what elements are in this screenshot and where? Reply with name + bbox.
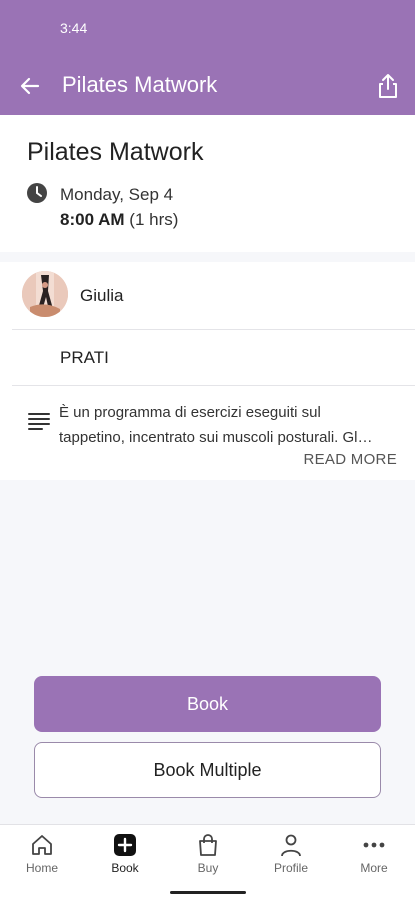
home-indicator: [170, 891, 246, 894]
share-icon[interactable]: [375, 72, 401, 100]
bottom-nav: Home Book Buy Profile More: [0, 824, 415, 900]
divider: [12, 385, 415, 386]
home-icon: [32, 835, 52, 855]
description-line-1: È un programma di esercizi eseguiti sul: [59, 404, 321, 421]
more-dots-icon: [363, 842, 385, 848]
nav-profile-label: Profile: [273, 861, 308, 875]
nav-home-label: Home: [25, 861, 58, 875]
nav-book-label: Book: [111, 861, 139, 875]
nav-buy-label: Buy: [197, 861, 219, 875]
class-description: È un programma di esercizi eseguiti sul …: [59, 400, 399, 450]
person-icon: [281, 834, 301, 857]
app-bar: Pilates Matwork: [0, 56, 415, 115]
class-duration: (1 hrs): [129, 210, 179, 229]
app-bar-title: Pilates Matwork: [62, 72, 218, 97]
nav-profile[interactable]: Profile: [261, 833, 321, 879]
divider: [12, 329, 415, 330]
book-multiple-button[interactable]: Book Multiple: [34, 742, 381, 798]
status-time: 3:44: [60, 20, 88, 36]
clock-icon: [26, 182, 48, 204]
book-button[interactable]: Book: [34, 676, 381, 732]
nav-home[interactable]: Home: [12, 833, 72, 879]
description-line-2: tappetino, incentrato sui muscoli postur…: [59, 429, 373, 446]
nav-buy[interactable]: Buy: [178, 833, 238, 879]
instructor-name: Giulia: [80, 286, 124, 305]
class-time: 8:00 AM: [60, 210, 125, 229]
class-time-row: 8:00 AM (1 hrs): [60, 210, 178, 230]
class-details-card: Giulia PRATI È un programma di esercizi …: [0, 262, 415, 480]
plus-square-icon: [114, 834, 136, 856]
description-lines-icon: [28, 412, 50, 432]
class-title: Pilates Matwork: [27, 138, 204, 166]
class-header-card: Pilates Matwork Monday, Sep 4 8:00 AM (1…: [0, 115, 415, 252]
nav-book[interactable]: Book: [95, 833, 155, 879]
instructor-avatar[interactable]: [22, 271, 68, 317]
status-bar: 3:44: [0, 0, 415, 56]
nav-more-label: More: [360, 861, 388, 875]
nav-more[interactable]: More: [344, 833, 404, 879]
class-date: Monday, Sep 4: [60, 185, 174, 204]
shopping-bag-icon: [199, 834, 217, 856]
read-more-link[interactable]: READ MORE: [303, 451, 397, 468]
back-arrow-icon[interactable]: [16, 72, 44, 100]
location-name: PRATI: [60, 348, 109, 367]
